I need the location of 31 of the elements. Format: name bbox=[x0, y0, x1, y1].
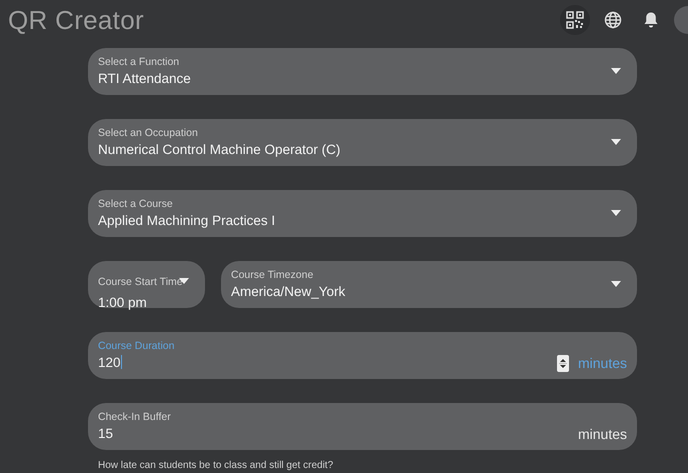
qr-code-icon[interactable] bbox=[560, 5, 590, 35]
field-value: Numerical Control Machine Operator (C) bbox=[98, 142, 340, 157]
field-label: Course Duration bbox=[98, 340, 176, 353]
spinner-icon[interactable] bbox=[557, 355, 569, 372]
unit-label: minutes bbox=[578, 354, 627, 373]
field-label: Check-In Buffer bbox=[98, 411, 172, 424]
field-value: Applied Machining Practices I bbox=[98, 212, 276, 228]
select-field[interactable]: Select an Occupation Numerical Control Machine Operator (C) bbox=[88, 119, 637, 166]
helper-text: How late can students be to class and still get credit? bbox=[98, 459, 334, 473]
dropdown-caret-icon[interactable] bbox=[611, 139, 621, 145]
dropdown-caret-icon[interactable] bbox=[611, 68, 621, 74]
field-value: 120 bbox=[98, 354, 121, 370]
dropdown-caret-icon[interactable] bbox=[611, 281, 621, 287]
dropdown-caret-icon[interactable] bbox=[611, 210, 621, 216]
field-label: Course Start Time bbox=[98, 276, 183, 289]
field-label: Select an Occupation bbox=[98, 127, 199, 140]
field-value: RTI Attendance bbox=[98, 70, 191, 86]
field-value: America/New_York bbox=[231, 284, 346, 299]
field-value: 1:00 pm bbox=[98, 295, 147, 310]
field-label: Course Timezone bbox=[231, 269, 314, 282]
number-field[interactable]: Course Duration 120 minutes bbox=[88, 332, 637, 379]
select-field[interactable]: Select a Course Applied Machining Practices I bbox=[88, 190, 637, 237]
number-field[interactable]: Check-In Buffer 15 minutes bbox=[88, 403, 637, 450]
select-field[interactable]: Course Start Time 1:00 pm bbox=[88, 261, 205, 308]
app-title: QR Creator bbox=[8, 4, 145, 36]
field-value: 15 bbox=[98, 426, 114, 441]
field-label: Select a Function bbox=[98, 56, 180, 69]
unit-label: minutes bbox=[578, 425, 627, 444]
field-label: Select a Course bbox=[98, 198, 174, 211]
select-field[interactable]: Select a Function RTI Attendance bbox=[88, 48, 637, 95]
select-field[interactable]: Course Timezone America/New_York bbox=[221, 261, 637, 308]
